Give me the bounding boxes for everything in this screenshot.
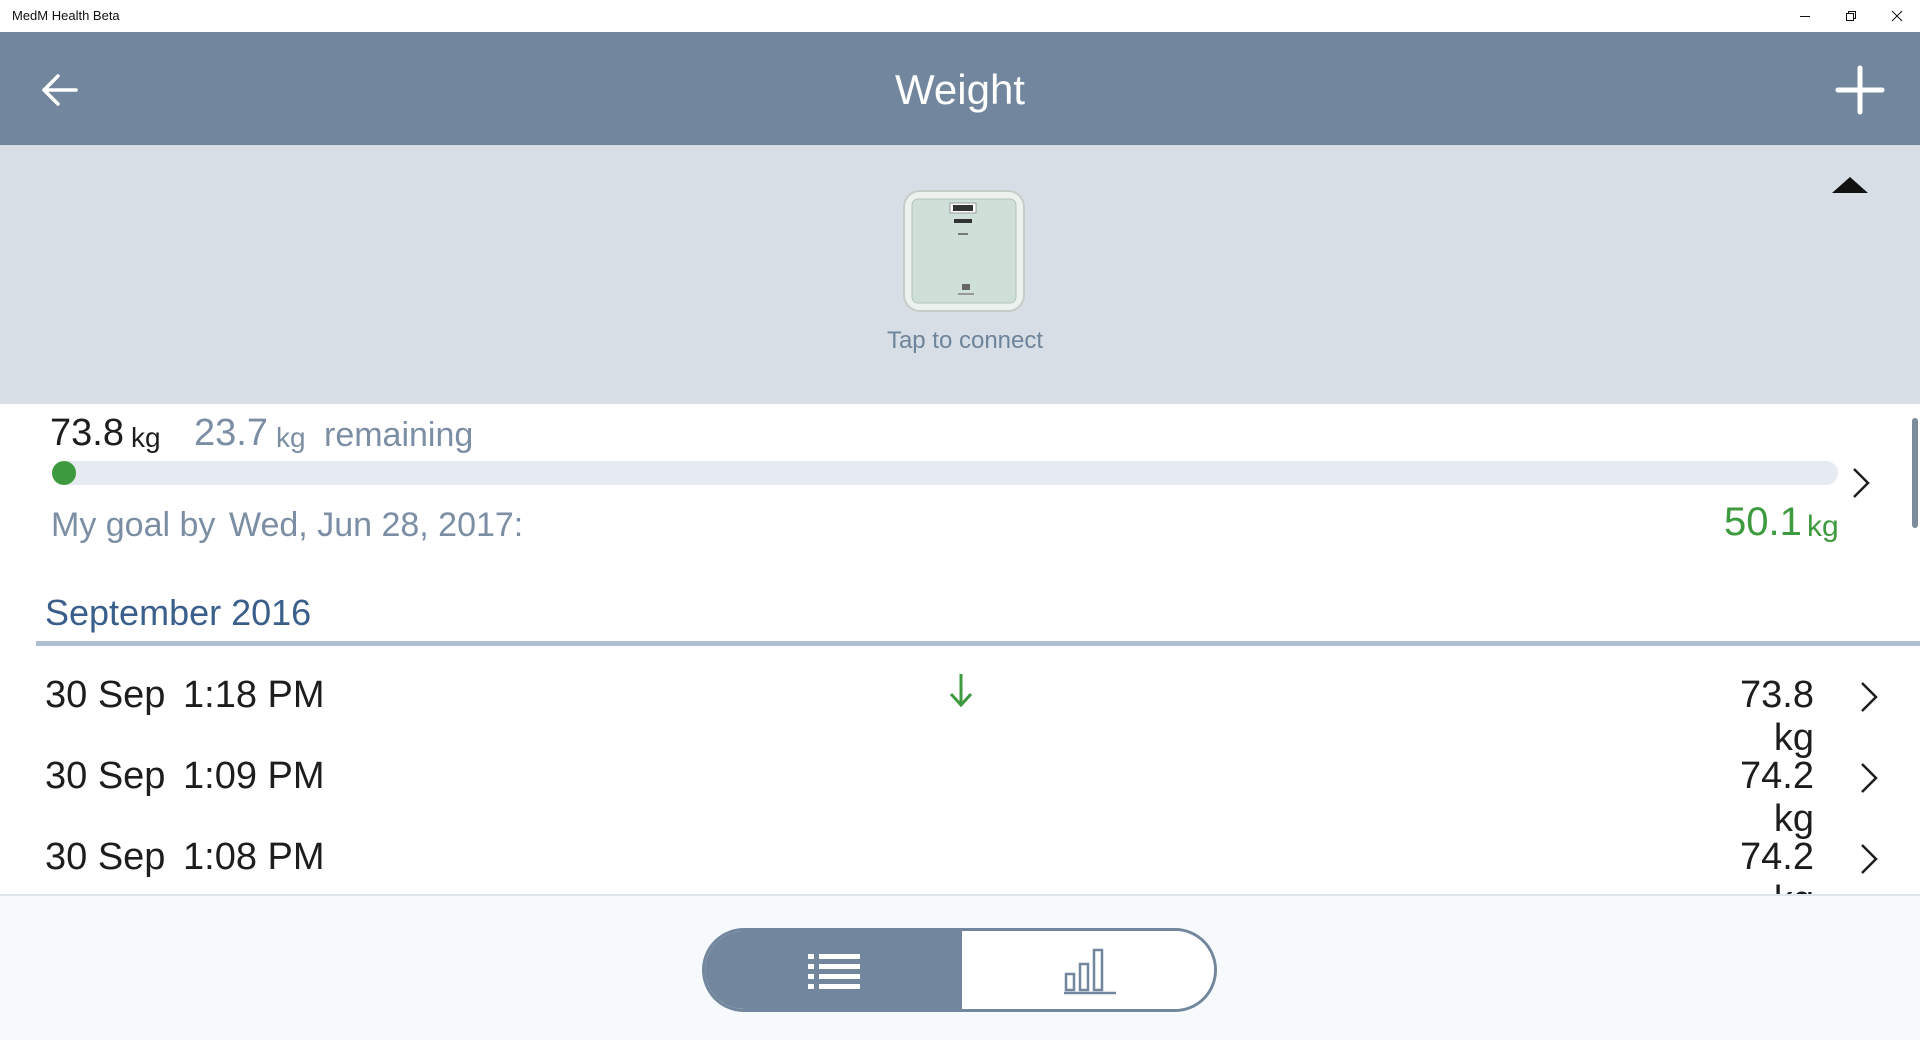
view-toggle (702, 928, 1217, 1012)
restore-button[interactable] (1828, 0, 1874, 32)
list-item[interactable]: 30 Sep 1:08 PM 74.2 kg (0, 812, 1920, 894)
entry-date: 30 Sep (45, 755, 166, 797)
goal-summary[interactable]: 73.8 kg 23.7 kg remaining My goal by Wed… (0, 404, 1920, 584)
minimize-button[interactable] (1782, 0, 1828, 32)
remaining-weight-unit: kg (276, 422, 306, 453)
chevron-right-icon (1861, 844, 1878, 874)
bar-chart-icon (1063, 948, 1116, 995)
bottom-bar (0, 896, 1920, 1040)
chart-view-button[interactable] (962, 931, 1214, 1009)
list-item[interactable]: 30 Sep 1:09 PM 74.2 kg (0, 731, 1920, 840)
entry-time: 1:08 PM (183, 836, 325, 878)
list-icon (807, 954, 860, 989)
chevron-right-icon (1861, 763, 1878, 793)
entry-date: 30 Sep (45, 674, 166, 716)
entry-time: 1:18 PM (183, 674, 325, 716)
current-weight-value: 73.8 (50, 412, 124, 454)
goal-progress-bar (52, 461, 1838, 485)
goal-weight-value: 50.1 (1724, 500, 1802, 544)
close-icon (1891, 10, 1903, 22)
weight-entries-list: 30 Sep 1:18 PM 73.8 kg 30 Sep 1:09 PM 74… (0, 650, 1920, 894)
device-panel: Tap to connect (0, 145, 1920, 404)
chevron-right-icon (1861, 682, 1878, 712)
window-title-bar: MedM Health Beta (0, 0, 1920, 32)
chevron-right-icon[interactable] (1850, 466, 1872, 500)
close-button[interactable] (1874, 0, 1920, 32)
goal-by-label: My goal by (51, 506, 216, 544)
goal-progress-marker (52, 461, 76, 485)
remaining-label: remaining (324, 416, 474, 454)
scale-device-icon[interactable] (902, 189, 1026, 313)
month-divider (36, 641, 1920, 646)
goal-date: Wed, Jun 28, 2017: (229, 506, 524, 544)
list-view-button[interactable] (705, 931, 962, 1009)
minimize-icon (1800, 16, 1810, 17)
remaining-weight-value: 23.7 (194, 412, 268, 454)
app-header: Weight (0, 32, 1920, 145)
current-weight-unit: kg (131, 422, 161, 453)
page-title: Weight (895, 66, 1025, 113)
tap-to-connect-label[interactable]: Tap to connect (0, 327, 1920, 355)
list-item[interactable]: 30 Sep 1:18 PM 73.8 kg (0, 650, 1920, 759)
scrollbar-thumb[interactable] (1912, 418, 1918, 528)
month-header: September 2016 (45, 592, 312, 633)
collapse-triangle-icon[interactable] (1832, 175, 1868, 195)
restore-icon (1846, 11, 1856, 21)
app-title: MedM Health Beta (12, 8, 120, 23)
entry-time: 1:09 PM (183, 755, 325, 797)
plus-icon[interactable] (1834, 64, 1886, 116)
goal-weight-unit: kg (1807, 510, 1839, 543)
trend-down-arrow-icon (949, 674, 973, 708)
entry-weight: 74.2 kg (1740, 836, 1814, 894)
entry-date: 30 Sep (45, 836, 166, 878)
